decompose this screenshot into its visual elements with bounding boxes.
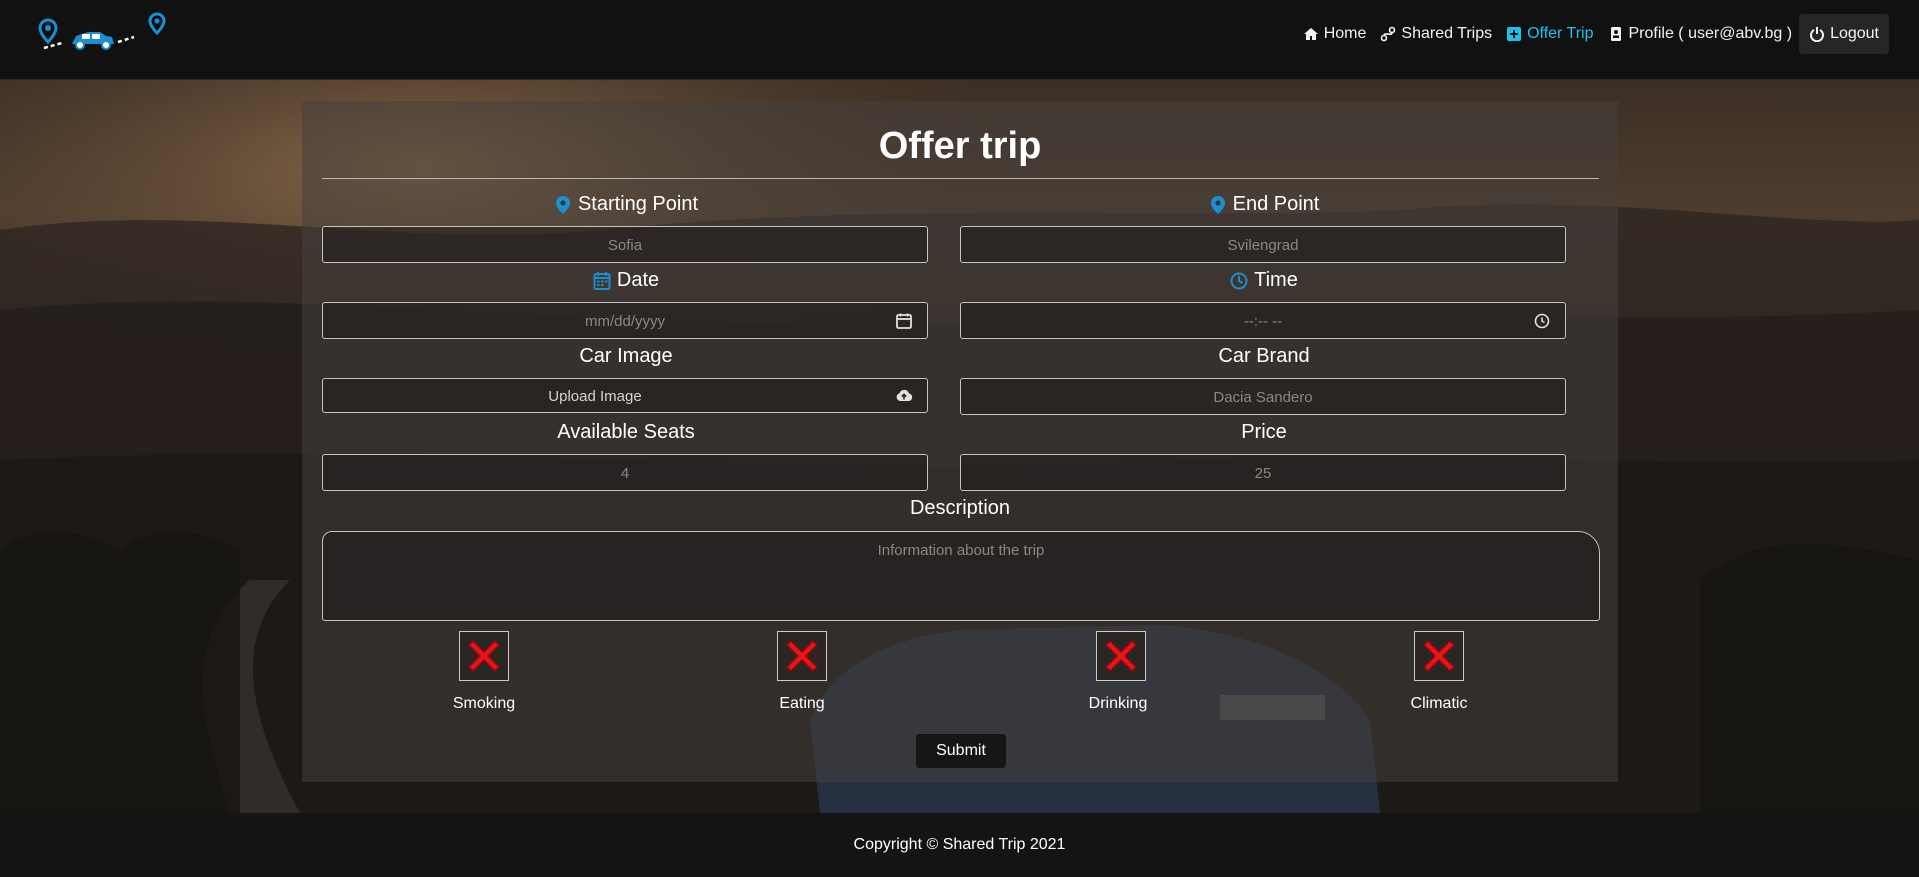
end-point-text: End Point — [1232, 193, 1320, 215]
option-smoking[interactable]: Smoking — [424, 631, 544, 713]
available-seats-placeholder: 4 — [620, 465, 630, 482]
nav-home-label: Home — [1323, 25, 1367, 42]
time-input[interactable]: --:-- -- — [960, 302, 1566, 339]
map-marker-icon — [554, 195, 572, 215]
starting-point-input[interactable]: Sofia — [322, 226, 928, 263]
starting-point-label: Starting Point — [322, 193, 930, 216]
nav-logout-label: Logout — [1830, 25, 1879, 42]
nav-offer-trip-label: Offer Trip — [1527, 25, 1594, 42]
starting-point-placeholder: Sofia — [607, 237, 643, 254]
clock-icon — [1230, 271, 1248, 291]
route-icon — [1380, 26, 1396, 42]
time-placeholder: --:-- -- — [1243, 313, 1283, 330]
option-eating[interactable]: Eating — [742, 631, 862, 713]
date-text: Date — [616, 269, 660, 291]
red-x-icon — [467, 639, 501, 673]
calendar-icon — [593, 271, 611, 291]
time-label: Time — [960, 269, 1568, 292]
title-divider — [322, 178, 1599, 179]
footer: Copyright © Shared Trip 2021 — [0, 813, 1919, 877]
smoking-toggle[interactable] — [459, 631, 509, 681]
plus-square-icon — [1506, 26, 1522, 42]
description-textarea[interactable]: Information about the trip — [322, 531, 1600, 621]
price-label: Price — [960, 421, 1568, 444]
price-text: Price — [1241, 421, 1287, 443]
logo[interactable] — [34, 12, 169, 62]
page-title: Offer trip — [878, 125, 1042, 167]
time-text: Time — [1254, 269, 1298, 291]
end-point-input[interactable]: Svilengrad — [960, 226, 1566, 263]
option-climatic[interactable]: Climatic — [1379, 631, 1499, 713]
nav-profile-label: Profile ( user@abv.bg ) — [1628, 25, 1793, 42]
nav-offer-trip[interactable]: Offer Trip — [1499, 14, 1600, 54]
nav-logout[interactable]: Logout — [1799, 14, 1889, 54]
calendar-picker-icon[interactable] — [895, 312, 913, 330]
home-icon — [1303, 26, 1319, 42]
nav-profile[interactable]: Profile ( user@abv.bg ) — [1601, 14, 1800, 54]
drinking-toggle[interactable] — [1096, 631, 1146, 681]
description-placeholder: Information about the trip — [877, 542, 1045, 559]
car-brand-text: Car Brand — [1218, 345, 1310, 367]
car-brand-placeholder: Dacia Sandero — [1213, 389, 1313, 406]
nav-shared-trips[interactable]: Shared Trips — [1373, 14, 1499, 54]
nav-home[interactable]: Home — [1296, 14, 1374, 54]
cloud-upload-icon — [895, 387, 913, 405]
red-x-icon — [785, 639, 819, 673]
date-placeholder: mm/dd/yyyy — [584, 313, 665, 330]
submit-button[interactable]: Submit — [916, 734, 1006, 768]
available-seats-input[interactable]: 4 — [322, 454, 928, 491]
starting-point-text: Starting Point — [577, 193, 699, 215]
eating-label: Eating — [779, 695, 825, 712]
map-marker-icon — [1209, 195, 1227, 215]
available-seats-text: Available Seats — [557, 421, 695, 443]
clock-picker-icon[interactable] — [1533, 312, 1551, 330]
drinking-label: Drinking — [1088, 695, 1148, 712]
car-image-label: Car Image — [322, 345, 930, 368]
end-point-label: End Point — [960, 193, 1568, 216]
option-drinking[interactable]: Drinking — [1061, 631, 1181, 713]
climatic-label: Climatic — [1410, 695, 1468, 712]
available-seats-label: Available Seats — [322, 421, 930, 444]
car-brand-label: Car Brand — [960, 345, 1568, 368]
offer-trip-form: Offer trip Starting Point End Point Sofi… — [302, 101, 1618, 782]
date-label: Date — [322, 269, 930, 292]
nav-links: Home Shared Trips Offer Trip Profile ( u… — [1296, 14, 1889, 54]
power-icon — [1809, 26, 1825, 42]
copyright-text: Copyright © Shared Trip 2021 — [853, 836, 1066, 853]
eating-toggle[interactable] — [777, 631, 827, 681]
red-x-icon — [1422, 639, 1456, 673]
id-badge-icon — [1608, 26, 1624, 42]
climatic-toggle[interactable] — [1414, 631, 1464, 681]
smoking-label: Smoking — [452, 695, 516, 712]
end-point-placeholder: Svilengrad — [1227, 237, 1299, 254]
price-input[interactable]: 25 — [960, 454, 1566, 491]
upload-image-text: Upload Image — [548, 388, 642, 405]
date-input[interactable]: mm/dd/yyyy — [322, 302, 928, 339]
price-placeholder: 25 — [1254, 465, 1272, 482]
car-image-text: Car Image — [579, 345, 673, 367]
description-text: Description — [909, 497, 1011, 519]
description-label: Description — [656, 497, 1264, 520]
navbar: Home Shared Trips Offer Trip Profile ( u… — [0, 0, 1919, 80]
upload-image-button[interactable]: Upload Image — [322, 378, 928, 413]
red-x-icon — [1104, 639, 1138, 673]
nav-shared-trips-label: Shared Trips — [1401, 25, 1493, 42]
car-brand-input[interactable]: Dacia Sandero — [960, 378, 1566, 415]
